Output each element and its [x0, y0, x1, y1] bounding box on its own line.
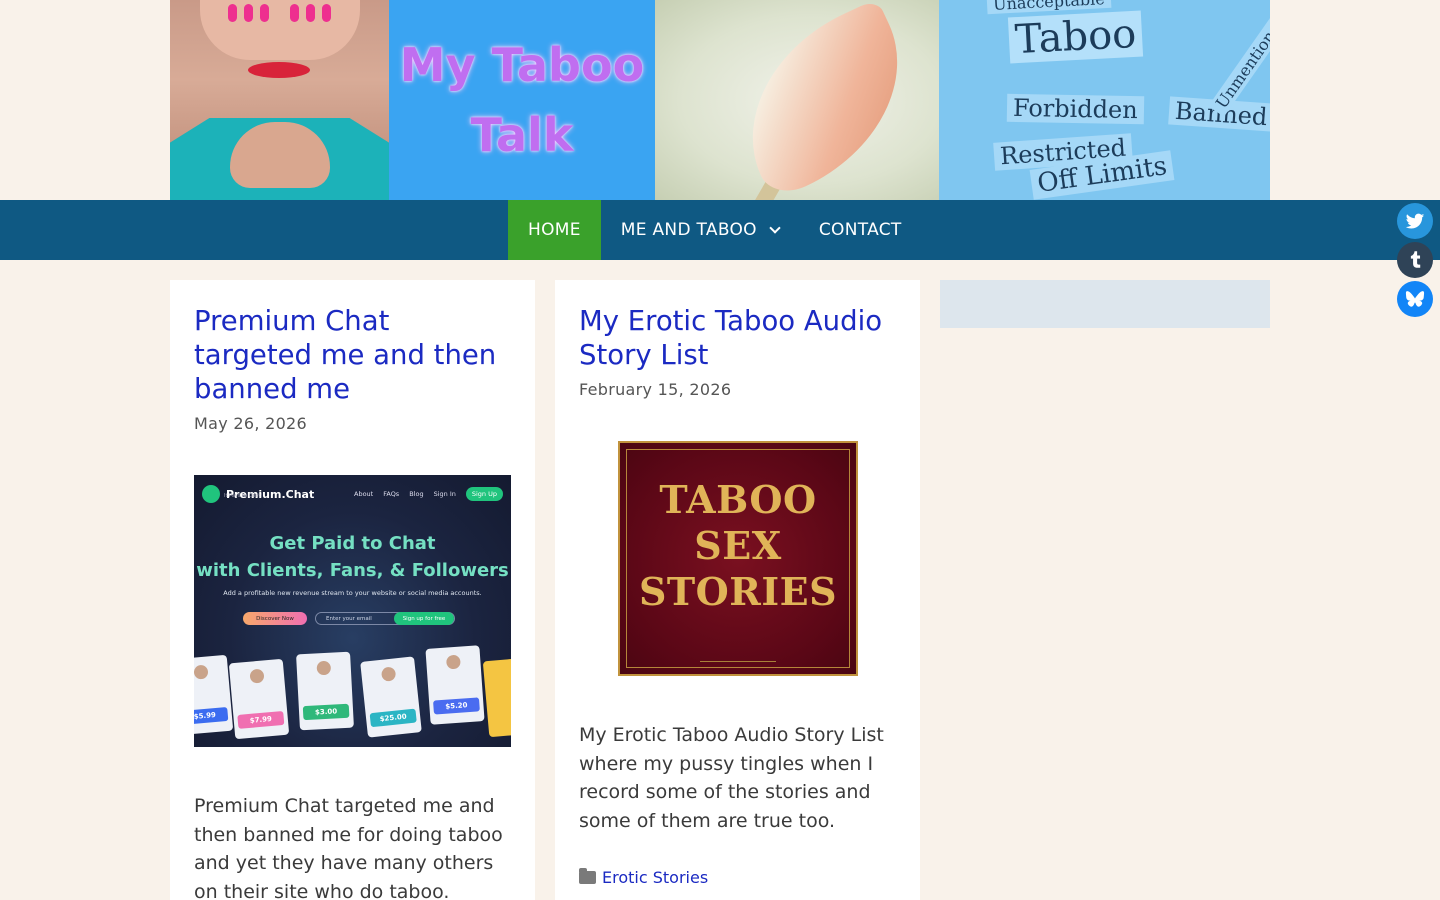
pc-price: $5.99: [194, 706, 229, 725]
pc-price: $7.99: [237, 710, 285, 729]
post-excerpt-wrap: Premium Chat targeted me and then banned…: [194, 792, 511, 900]
banner-word: Unmentionable: [1208, 0, 1270, 117]
book-title-line: SEX: [694, 523, 782, 568]
pc-profile-cards: $5.99 $7.99 $3.00 $25.00 $5.20: [194, 645, 511, 747]
social-share-bar: [1397, 203, 1433, 320]
pc-avatar: [445, 654, 461, 670]
nav-menu: HOME ME AND TABOO CONTACT: [508, 200, 922, 260]
chevron-down-icon: [769, 222, 781, 234]
nav-item-contact[interactable]: CONTACT: [799, 200, 922, 260]
nav-item-label: HOME: [528, 220, 581, 240]
post-date: February 15, 2026: [579, 380, 732, 399]
post-excerpt-wrap: My Erotic Taboo Audio Story List where m…: [579, 721, 896, 835]
pc-profile-card: $7.99: [228, 658, 290, 740]
banner-word: Taboo: [1007, 10, 1144, 64]
sidebar-widget: [940, 280, 1270, 328]
pc-cta-row: Discover Now Enter your email Sign up fo…: [243, 612, 455, 625]
post-category: Erotic Stories: [579, 868, 708, 887]
twitter-icon[interactable]: [1397, 203, 1433, 239]
nail-shape: [290, 4, 299, 22]
header-banner[interactable]: My Taboo Talk Unacceptable Taboo Forbidd…: [170, 0, 1270, 200]
site-logo[interactable]: My Taboo Talk: [389, 0, 655, 200]
pc-avatar: [249, 668, 265, 684]
pc-price: $3.00: [302, 703, 350, 721]
pc-tagline: Add a profitable new revenue stream to y…: [223, 589, 482, 597]
logo-line-1: My Taboo: [399, 38, 645, 92]
post-title-link[interactable]: My Erotic Taboo Audio Story List: [579, 304, 896, 372]
nav-item-label: CONTACT: [818, 220, 902, 240]
nav-item-me-and-taboo[interactable]: ME AND TABOO: [601, 200, 799, 260]
pc-avatar: [194, 664, 209, 680]
banner-photo-woman: [170, 0, 389, 200]
nav-item-label: ME AND TABOO: [620, 220, 757, 240]
category-link[interactable]: Erotic Stories: [602, 868, 708, 887]
flower-petal: [713, 0, 937, 200]
post-featured-image[interactable]: TABOO SEX STORIES: [618, 441, 858, 676]
pc-profile-card: $3.00: [296, 651, 354, 731]
pc-email-field: Enter your email Sign up for free: [315, 612, 455, 625]
pc-menu-item: FAQs: [383, 490, 400, 498]
pc-signup: Sign Up: [465, 487, 503, 501]
folder-icon: [579, 868, 596, 884]
nail-shape: [260, 4, 269, 22]
book-title-line: STORIES: [638, 569, 838, 614]
logo-line-2: Talk: [470, 108, 574, 162]
post-title-link[interactable]: Premium Chat targeted me and then banned…: [194, 304, 511, 406]
nav-item-home[interactable]: HOME: [508, 200, 601, 260]
nail-shape: [322, 4, 331, 22]
post-card: My Erotic Taboo Audio Story List Februar…: [555, 280, 920, 900]
pc-menu-item: About: [354, 490, 374, 498]
book-title: TABOO SEX STORIES: [620, 477, 856, 615]
post-featured-image[interactable]: Premium.Chat It Pays to Chat! About FAQs…: [194, 475, 511, 747]
pc-menu-item: Blog: [409, 490, 424, 498]
banner-photo-flower: [655, 0, 939, 200]
post-excerpt: Premium Chat targeted me and then banned…: [194, 795, 503, 900]
dollar-icon: [202, 485, 220, 503]
book-ornament: [700, 661, 776, 662]
banner-words-collage: Unacceptable Taboo Forbidden Banned Rest…: [939, 0, 1270, 200]
banner-word: Forbidden: [1006, 93, 1144, 125]
hands-shape: [200, 0, 360, 60]
pc-price: $25.00: [369, 708, 417, 728]
pc-profile-card: [482, 656, 511, 738]
pc-headline: Get Paid to Chat with Clients, Fans, & F…: [194, 530, 511, 584]
pc-menu: About FAQs Blog Sign In Sign Up: [354, 487, 503, 501]
pc-discover: Discover Now: [243, 612, 307, 625]
pc-headline-2: with Clients, Fans, & Followers: [196, 560, 509, 581]
tumblr-icon[interactable]: [1397, 242, 1433, 278]
pc-avatar: [316, 660, 332, 676]
post-excerpt: My Erotic Taboo Audio Story List where m…: [579, 724, 884, 832]
pc-brand-sub: It Pays to Chat!: [224, 493, 263, 499]
logo-text: My Taboo Talk: [400, 30, 644, 170]
bluesky-icon[interactable]: [1397, 281, 1433, 317]
post-card: Premium Chat targeted me and then banned…: [170, 280, 535, 900]
pc-email-button: Sign up for free: [394, 612, 454, 625]
pc-price: $5.20: [433, 697, 480, 715]
lips-shape: [248, 62, 310, 78]
pc-email-placeholder: Enter your email: [326, 615, 372, 622]
book-title-line: TABOO: [659, 477, 817, 522]
pc-headline-1: Get Paid to Chat: [269, 533, 436, 554]
pc-menu-item: Sign In: [433, 490, 456, 498]
pc-profile-card: $5.20: [425, 645, 485, 725]
post-date: May 26, 2026: [194, 414, 308, 433]
nail-shape: [244, 4, 253, 22]
pc-avatar: [380, 666, 397, 682]
nail-shape: [228, 4, 237, 22]
main-navigation: HOME ME AND TABOO CONTACT: [0, 200, 1440, 260]
pc-profile-card: $5.99: [194, 654, 234, 736]
nail-shape: [306, 4, 315, 22]
pc-profile-card: $25.00: [360, 656, 422, 738]
